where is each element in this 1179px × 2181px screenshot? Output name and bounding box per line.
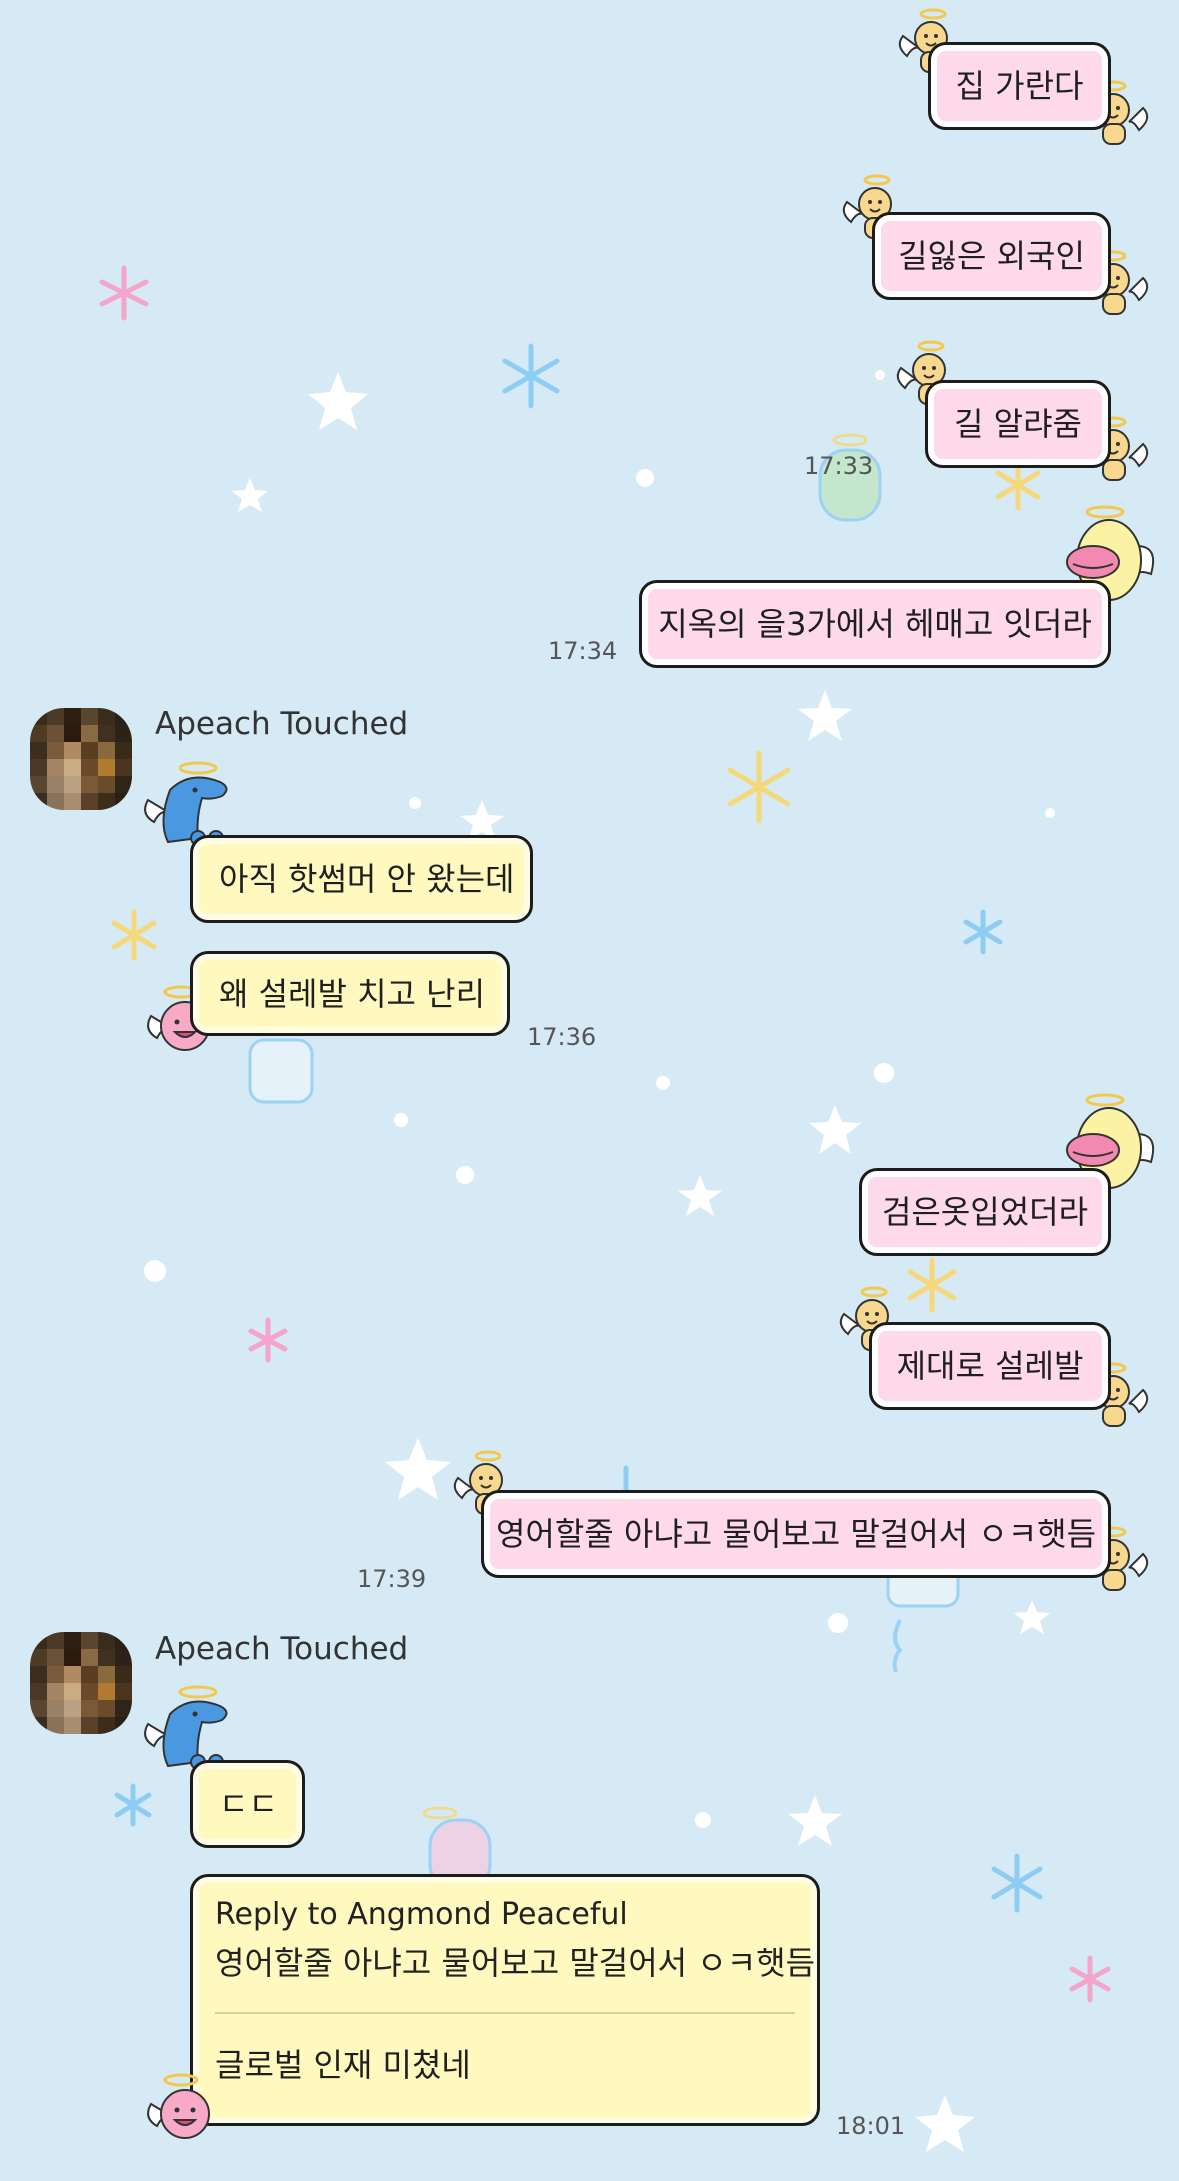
message-timestamp: 17:34 — [548, 637, 618, 665]
star-icon — [788, 1795, 842, 1846]
star-icon — [232, 478, 268, 512]
message-bubble-sent[interactable]: 길잃은 외국인 — [872, 212, 1111, 300]
background-decoration — [99, 265, 1111, 2152]
message-bubble-sent[interactable]: 지옥의 을3가에서 헤매고 잇더라 — [639, 580, 1111, 668]
message-bubble-sent[interactable]: 검은옷입었더라 — [859, 1168, 1111, 1256]
message-bubble-sent[interactable]: 길 알랴줌 — [925, 380, 1111, 468]
star-icon — [915, 2095, 975, 2152]
pink-angel-sticker-icon — [147, 2073, 210, 2139]
message-bubble-sent[interactable]: 제대로 설레발 — [869, 1322, 1111, 1410]
star-icon — [1014, 1600, 1050, 1634]
reply-message-bubble[interactable]: Reply to Angmond Peaceful 영어할줄 아냐고 물어보고 … — [190, 1874, 820, 2126]
reply-body-text: 글로벌 인재 미쳤네 — [215, 2046, 471, 2084]
message-timestamp: 17:36 — [527, 1023, 597, 1051]
message-bubble-sent[interactable]: 영어할줄 아냐고 물어보고 말걸어서 ㅇㅋ햇듬 — [481, 1490, 1111, 1578]
reply-header: Reply to Angmond Peaceful — [215, 1897, 628, 1932]
avatar[interactable] — [30, 708, 132, 810]
divider — [215, 2012, 795, 2014]
message-bubble-received[interactable]: 왜 설레발 치고 난리 — [190, 951, 510, 1036]
sender-name: Apeach Touched — [155, 706, 409, 742]
message-timestamp: 17:33 — [804, 452, 874, 480]
reply-quoted-text[interactable]: 영어할줄 아냐고 물어보고 말걸어서 ㅇㅋ햇듬 — [215, 1938, 815, 1984]
star-icon — [308, 372, 368, 430]
star-icon — [809, 1105, 861, 1154]
star-icon — [385, 1438, 451, 1500]
sender-name: Apeach Touched — [155, 1631, 409, 1667]
message-bubble-sent[interactable]: 집 가란다 — [928, 42, 1111, 130]
star-icon — [678, 1175, 722, 1216]
message-timestamp: 17:39 — [357, 1565, 427, 1593]
avatar[interactable] — [30, 1632, 132, 1734]
message-bubble-received[interactable]: ㄷㄷ — [190, 1760, 305, 1848]
message-bubble-received[interactable]: 아직 핫썸머 안 왔는데 — [190, 835, 533, 923]
star-icon — [798, 690, 852, 741]
message-timestamp: 18:01 — [836, 2112, 906, 2140]
